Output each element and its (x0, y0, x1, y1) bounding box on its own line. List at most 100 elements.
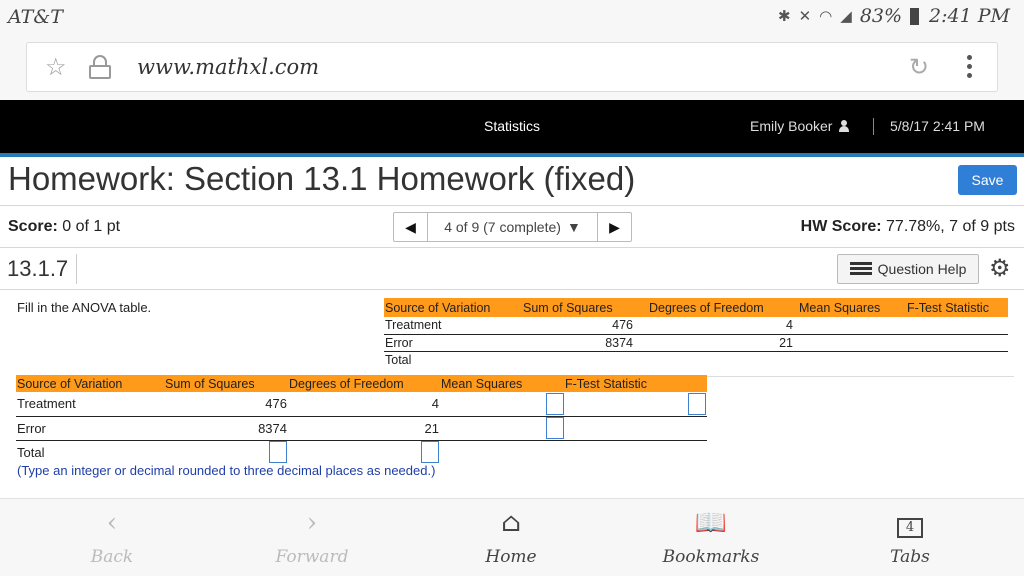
mean-squares-cell (798, 351, 906, 368)
bookmarks-button[interactable]: 📖 Bookmarks (651, 507, 771, 567)
table-row: Total (16, 440, 707, 464)
source-cell: Error (16, 416, 164, 441)
next-question-button[interactable]: ▶ (597, 213, 631, 241)
degrees-of-freedom-cell: 4 (648, 317, 798, 335)
browser-toolbar: ☆ www.mathxl.com ↻ (0, 34, 1024, 100)
chevron-left-icon: ‹ (106, 508, 118, 538)
tabs-icon: 4 (850, 507, 970, 539)
score-value: 0 of 1 pt (62, 218, 121, 235)
question-help-label: Question Help (877, 261, 967, 277)
hw-score-value: 77.78%, 7 of 9 pts (886, 218, 1015, 235)
anova-reference-table: Source of Variation Sum of Squares Degre… (384, 298, 1008, 368)
previous-question-button[interactable]: ◀ (394, 213, 428, 241)
f-statistic-cell (564, 440, 707, 464)
chevron-down-icon: ▼ (566, 219, 581, 235)
column-header: F-Test Statistic (564, 375, 707, 392)
treatment-mean-squares-input[interactable] (546, 392, 564, 415)
mean-squares-cell (440, 392, 564, 417)
chevron-right-icon: › (306, 508, 318, 538)
f-statistic-cell (564, 392, 707, 417)
wifi-icon: ◠ (819, 7, 833, 25)
f-test-statistic-input[interactable] (688, 392, 706, 415)
lock-icon[interactable] (89, 55, 111, 79)
browser-bottom-nav: ‹ Back › Forward ⌂ Home 📖 Bookmarks 4 Ta… (0, 498, 1024, 576)
mute-icon: ✕ (798, 7, 812, 25)
signal-icon: ◢ (840, 7, 852, 25)
table-row: Treatment 476 4 (384, 317, 1008, 335)
column-header: Degrees of Freedom (648, 298, 798, 317)
tabs-button[interactable]: 4 Tabs (850, 507, 970, 567)
table-row: Error 8374 21 (16, 416, 707, 441)
reload-icon[interactable]: ↻ (909, 53, 929, 82)
app-header: Statistics Emily Booker 5/8/17 2:41 PM (0, 100, 1024, 153)
status-bar: AT&T ✱ ✕ ◠ ◢ 83% 2:41 PM (0, 0, 1024, 34)
f-statistic-cell (906, 317, 1008, 335)
total-degrees-of-freedom-input[interactable] (421, 441, 439, 464)
source-cell: Treatment (16, 392, 164, 417)
error-mean-squares-input[interactable] (546, 417, 564, 439)
column-header: Source of Variation (16, 375, 164, 392)
question-navigator: ◀ 4 of 9 (7 complete) ▼ ▶ (393, 212, 632, 242)
hw-score-label: HW Score: (800, 218, 882, 235)
question-number: 13.1.7 (7, 256, 69, 281)
source-cell: Treatment (384, 317, 522, 335)
divider (0, 205, 1024, 206)
back-button[interactable]: ‹ Back (52, 507, 172, 567)
course-title[interactable]: Statistics (0, 118, 1024, 134)
f-statistic-cell (906, 351, 1008, 368)
address-bar[interactable]: ☆ www.mathxl.com ↻ (26, 42, 998, 92)
forward-label: Forward (275, 547, 349, 567)
forward-button[interactable]: › Forward (252, 507, 372, 567)
degrees-of-freedom-cell (288, 440, 440, 464)
more-options-icon[interactable] (967, 51, 973, 82)
sum-of-squares-cell (522, 351, 648, 368)
sum-of-squares-cell: 8374 (522, 334, 648, 352)
home-button[interactable]: ⌂ Home (451, 507, 571, 567)
home-label: Home (485, 547, 537, 567)
bookmarks-label: Bookmarks (662, 547, 760, 567)
status-icons: ✱ ✕ ◠ ◢ 83% 2:41 PM (778, 5, 1010, 27)
column-header: Mean Squares (440, 375, 564, 392)
table-header-row: Source of Variation Sum of Squares Degre… (16, 375, 707, 392)
mean-squares-cell (440, 440, 564, 464)
carrier-label: AT&T (8, 6, 63, 28)
mean-squares-cell (798, 334, 906, 352)
sum-of-squares-cell (164, 440, 288, 464)
save-button[interactable]: Save (958, 165, 1017, 195)
clock: 2:41 PM (929, 5, 1010, 27)
header-accent-line (0, 153, 1024, 157)
bookmark-star-icon[interactable]: ☆ (45, 53, 67, 82)
question-score: Score: 0 of 1 pt (8, 218, 120, 236)
column-header: F-Test Statistic (906, 298, 1008, 317)
user-name: Emily Booker (750, 118, 833, 134)
question-dropdown[interactable]: 4 of 9 (7 complete) ▼ (428, 213, 597, 241)
source-cell: Total (17, 444, 45, 460)
header-datetime: 5/8/17 2:41 PM (890, 118, 985, 134)
mean-squares-cell (440, 416, 564, 441)
column-header: Sum of Squares (522, 298, 648, 317)
user-menu[interactable]: Emily Booker (750, 118, 850, 134)
sum-of-squares-cell: 476 (522, 317, 648, 335)
battery-percent: 83% (859, 5, 903, 27)
degrees-of-freedom-cell (648, 351, 798, 368)
column-header: Source of Variation (384, 298, 522, 317)
book-icon: 📖 (694, 508, 728, 538)
table-header-row: Source of Variation Sum of Squares Degre… (384, 298, 1008, 317)
table-row: Total (384, 351, 1008, 368)
anova-answer-table: Source of Variation Sum of Squares Degre… (16, 375, 707, 464)
source-cell: Total (385, 352, 412, 367)
homework-title: Homework: Section 13.1 Homework (fixed) (8, 160, 636, 197)
bluetooth-icon: ✱ (778, 7, 791, 25)
column-header: Degrees of Freedom (288, 375, 440, 392)
mean-squares-cell (798, 317, 906, 335)
tabs-label: Tabs (890, 547, 930, 567)
gear-icon[interactable]: ⚙ (989, 254, 1011, 283)
total-sum-of-squares-input[interactable] (269, 441, 287, 464)
question-help-button[interactable]: Question Help (837, 254, 979, 284)
tabs-count: 4 (897, 518, 923, 538)
back-label: Back (90, 547, 134, 567)
answer-hint: (Type an integer or decimal rounded to t… (17, 463, 436, 478)
url-text[interactable]: www.mathxl.com (137, 55, 319, 79)
f-statistic-cell (906, 334, 1008, 352)
instructions: Fill in the ANOVA table. (17, 300, 152, 315)
